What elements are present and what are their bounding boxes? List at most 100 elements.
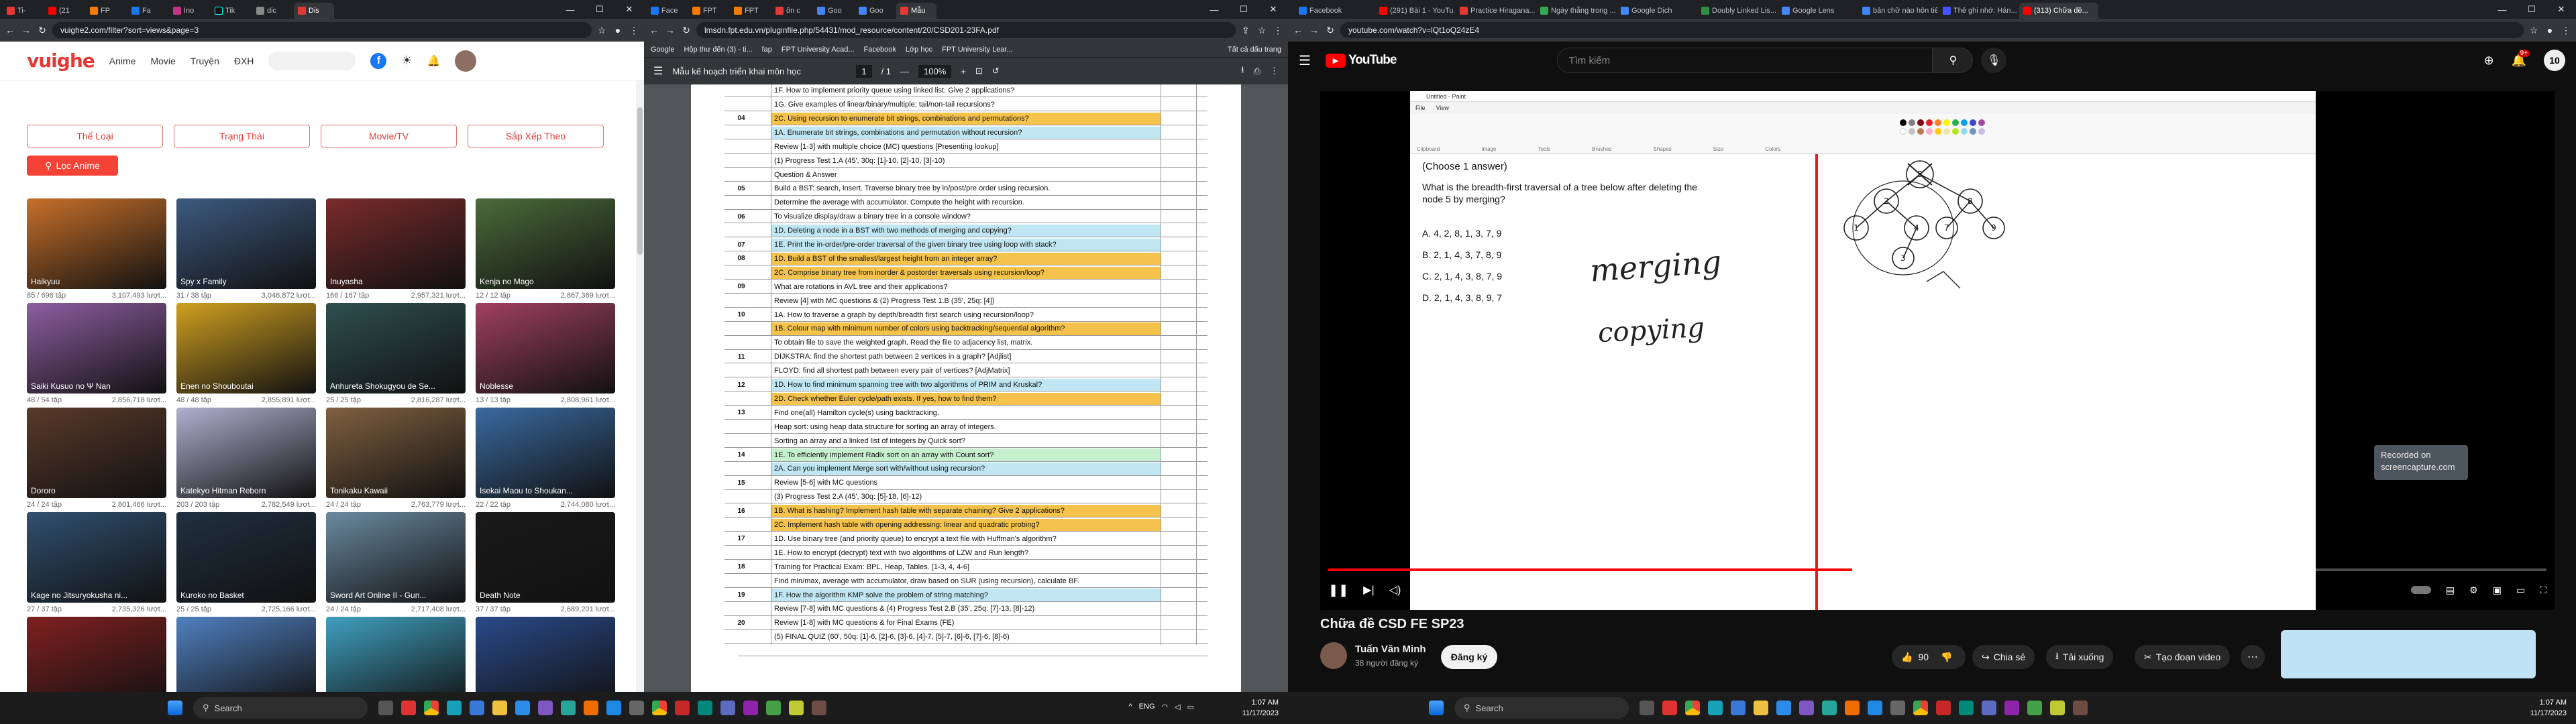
- close-icon[interactable]: ✕: [2546, 0, 2576, 19]
- anime-thumbnail[interactable]: Kage no Jitsuryokusha ni...: [27, 512, 166, 603]
- store-icon[interactable]: [1731, 701, 1746, 715]
- bookmark-item[interactable]: Hộp thư đến (3) - ti...: [684, 46, 752, 54]
- video-progress[interactable]: [1328, 568, 2546, 571]
- zoom-in-icon[interactable]: +: [961, 66, 966, 76]
- back-icon[interactable]: ←: [4, 25, 16, 36]
- edge-icon[interactable]: [1708, 701, 1723, 715]
- anime-card[interactable]: Maou Gakuin no...25 / 25 tập2,674,751 lư…: [326, 617, 466, 692]
- forward-icon[interactable]: →: [1308, 25, 1320, 36]
- mic-icon[interactable]: 🎙: [1981, 48, 2007, 73]
- chrome-icon[interactable]: [1913, 701, 1928, 715]
- app-icon[interactable]: [629, 701, 644, 715]
- chrome-icon[interactable]: [424, 701, 439, 715]
- bookmark-item[interactable]: Tất cả dấu trang: [1228, 46, 1281, 54]
- anime-title[interactable]: Noblesse: [480, 381, 513, 391]
- anime-thumbnail[interactable]: Kenja no Mago: [476, 198, 615, 289]
- app-icon[interactable]: [1822, 701, 1837, 715]
- create-icon[interactable]: ⊕: [2483, 54, 2493, 68]
- scrollbar[interactable]: [636, 80, 644, 692]
- hamburger-icon[interactable]: ☰: [1299, 52, 1326, 69]
- theater-icon[interactable]: ▭: [2516, 585, 2525, 596]
- anime-thumbnail[interactable]: Kuroko no Basket: [176, 512, 316, 603]
- filter-sort[interactable]: Sắp Xếp Theo: [468, 125, 604, 147]
- anime-thumbnail[interactable]: Nisekoi: [476, 617, 615, 692]
- explorer-icon[interactable]: [492, 701, 507, 715]
- app-icon[interactable]: [1982, 701, 1996, 715]
- volume-icon[interactable]: ◁): [1389, 583, 1401, 597]
- account-avatar[interactable]: 10: [2544, 50, 2565, 71]
- language-indicator[interactable]: ENG: [1139, 703, 1155, 711]
- scrollbar-thumb[interactable]: [637, 107, 643, 255]
- fit-page-icon[interactable]: ⊡: [975, 66, 983, 76]
- anime-card[interactable]: Noblesse 13 / 13 tập 2,808,961 lượt...: [476, 303, 615, 404]
- tab[interactable]: Goo: [813, 3, 853, 19]
- anime-card[interactable]: Spy x Family 31 / 38 tập 3,046,872 lượt...: [176, 198, 316, 300]
- tab[interactable]: FP: [86, 3, 126, 19]
- reload-icon[interactable]: ↻: [680, 25, 692, 36]
- anime-thumbnail[interactable]: Katekyo Hitman Reborn: [176, 408, 316, 498]
- youtube-search-input[interactable]: Tìm kiếm: [1557, 48, 1933, 73]
- pause-icon[interactable]: ❚❚: [1328, 583, 1348, 597]
- close-icon[interactable]: ✕: [614, 0, 644, 19]
- anime-thumbnail[interactable]: Isekai Maou to Shoukan...: [476, 408, 615, 498]
- paint-menu-file[interactable]: File: [1415, 105, 1426, 111]
- subtitles-icon[interactable]: ▤: [2446, 585, 2455, 596]
- tab[interactable]: dic: [252, 3, 292, 19]
- app-icon[interactable]: [1868, 701, 1882, 715]
- anime-card[interactable]: Dororo 24 / 24 tập 2,801,466 lượt...: [27, 408, 166, 509]
- app-icon[interactable]: [675, 701, 690, 715]
- download-button[interactable]: ⭳ Tải xuống: [2046, 645, 2114, 669]
- battery-icon[interactable]: ▭: [1187, 703, 1194, 711]
- fullscreen-icon[interactable]: ⛶: [2540, 585, 2546, 596]
- zoom-out-icon[interactable]: —: [900, 66, 909, 76]
- maximize-icon[interactable]: ☐: [2517, 0, 2546, 19]
- anime-card[interactable]: Enen no Shouboutai 48 / 48 tập 2,855,891 l…: [176, 303, 316, 404]
- nav-anime[interactable]: Anime: [109, 56, 136, 66]
- anime-title[interactable]: Saiki Kusuo no Ψ Nan: [31, 381, 111, 391]
- tab[interactable]: ôn c: [771, 3, 812, 19]
- print-icon[interactable]: ⎙: [1254, 66, 1260, 76]
- nav-truyen[interactable]: Truyện: [191, 56, 219, 66]
- back-icon[interactable]: ←: [1292, 25, 1304, 36]
- tab[interactable]: FPT: [730, 3, 770, 19]
- edge-icon[interactable]: [447, 701, 462, 715]
- anime-title[interactable]: Katekyo Hitman Reborn: [180, 486, 266, 495]
- minimize-icon[interactable]: —: [555, 0, 585, 19]
- anime-card[interactable]: Inuyasha 166 / 167 tập 2,957,321 lượt...: [326, 198, 466, 300]
- anime-title[interactable]: Anhureta Shokugyou de Se...: [330, 381, 435, 391]
- app-icon[interactable]: [766, 701, 781, 715]
- back-icon[interactable]: ←: [648, 25, 660, 36]
- bell-icon[interactable]: 🔔: [427, 54, 441, 68]
- tab-active[interactable]: Mẫu: [896, 3, 936, 19]
- anime-card[interactable]: Death Note 37 / 37 tập 2,689,201 lượt...: [476, 512, 615, 613]
- profile-icon[interactable]: ●: [2544, 25, 2556, 36]
- anime-thumbnail[interactable]: Dororo: [27, 408, 166, 498]
- minimize-icon[interactable]: —: [1199, 0, 1229, 19]
- anime-thumbnail[interactable]: Noblesse: [476, 303, 615, 394]
- download-icon[interactable]: ⭳: [1241, 64, 1244, 78]
- more-icon[interactable]: ⋮: [1270, 66, 1279, 76]
- tab[interactable]: Practice Hiragana...: [1456, 3, 1535, 19]
- tab[interactable]: Ngày thắng trong ...: [1536, 3, 1615, 19]
- star-icon[interactable]: ☆: [596, 25, 608, 36]
- app-icon[interactable]: [789, 701, 804, 715]
- maximize-icon[interactable]: ☐: [585, 0, 614, 19]
- forward-icon[interactable]: →: [664, 25, 676, 36]
- app-icon[interactable]: [401, 701, 416, 715]
- app-icon[interactable]: [1662, 701, 1677, 715]
- anime-title[interactable]: Kenja no Mago: [480, 277, 534, 286]
- anime-title[interactable]: Haikyuu: [31, 277, 60, 286]
- url-field[interactable]: lmsdn.fpt.edu.vn/pluginfile.php/54431/mo…: [696, 22, 1236, 38]
- bookmark-item[interactable]: Facebook: [864, 46, 896, 54]
- anime-card[interactable]: Marimashita! Iruma-kun65 / 65 tập2,660,1…: [176, 617, 316, 692]
- anime-thumbnail[interactable]: Inuyasha: [326, 198, 466, 289]
- explorer-icon[interactable]: [1754, 701, 1768, 715]
- taskbar-clock[interactable]: 1:07 AM 11/17/2023: [2530, 697, 2567, 719]
- anime-card[interactable]: Haikyuu 85 / 696 tập 3,107,493 lượt...: [27, 198, 166, 300]
- taskbar-search[interactable]: ⚲ Search: [193, 697, 368, 719]
- dislike-icon[interactable]: 👎: [1941, 652, 1952, 663]
- anime-card[interactable]: Kage no Jitsuryokusha ni... 27 / 37 tập 2,…: [27, 512, 166, 613]
- reload-icon[interactable]: ↻: [36, 25, 48, 36]
- close-icon[interactable]: ✕: [1258, 0, 1288, 19]
- zoom-input[interactable]: 100%: [918, 64, 952, 78]
